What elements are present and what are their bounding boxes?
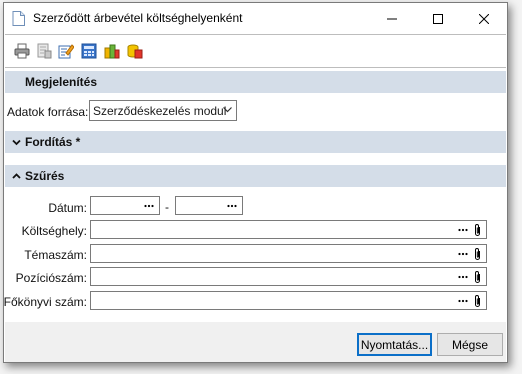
ellipsis-icon[interactable] [456, 224, 470, 236]
chevron-up-icon [12, 172, 21, 179]
print-button[interactable] [13, 42, 31, 60]
dialog-button-bar: Nyomtatás... Mégse [5, 322, 506, 362]
data-source-value: Szerződéskezelés modul [93, 103, 227, 118]
ledger-number-label: Főkönyvi szám: [3, 295, 87, 309]
stacked-chart-icon [104, 44, 120, 59]
cost-center-label: Költséghely: [21, 224, 87, 238]
paperclip-icon[interactable] [473, 223, 482, 237]
toolbar [5, 34, 506, 68]
section-display-header[interactable]: Megjelenítés [5, 71, 506, 93]
close-icon [479, 13, 489, 24]
section-filter-header[interactable]: Szűrés [5, 165, 506, 187]
app-document-icon [12, 11, 25, 26]
export-icon [127, 44, 143, 59]
calculator-button[interactable] [80, 42, 98, 60]
data-source-label: Adatok forrása: [7, 105, 89, 119]
edit-icon [58, 44, 74, 59]
print-icon [14, 43, 30, 59]
minimize-icon [387, 18, 397, 19]
ellipsis-icon[interactable] [456, 271, 470, 283]
print-preview-button[interactable] [35, 42, 53, 60]
close-button[interactable] [461, 3, 507, 34]
topic-number-field[interactable] [90, 244, 487, 263]
title-bar: Szerződött árbevétel költséghelyenként [4, 3, 507, 34]
cost-center-field[interactable] [90, 220, 487, 239]
cancel-button[interactable]: Mégse [437, 333, 503, 356]
date-separator: - [165, 200, 169, 214]
chevron-down-icon [12, 139, 21, 145]
data-source-select[interactable]: Szerződéskezelés modul [89, 100, 237, 121]
export-button[interactable] [126, 42, 144, 60]
date-from-field[interactable] [90, 196, 160, 215]
print-preview-icon [37, 43, 52, 59]
date-picker-icon[interactable] [142, 200, 156, 212]
section-translation-header[interactable]: Fordítás * [5, 131, 506, 153]
ellipsis-icon[interactable] [456, 295, 470, 307]
report-dialog-window: Szerződött árbevétel költséghelyenként M… [3, 2, 508, 363]
paperclip-icon[interactable] [473, 247, 482, 261]
paperclip-icon[interactable] [473, 294, 482, 308]
paperclip-icon[interactable] [473, 270, 482, 284]
ledger-number-field[interactable] [90, 291, 487, 310]
section-translation-title: Fordítás * [25, 135, 81, 149]
date-to-field[interactable] [175, 196, 243, 215]
date-label: Dátum: [48, 201, 87, 215]
maximize-button[interactable] [415, 3, 461, 34]
maximize-icon [433, 13, 443, 24]
position-number-field[interactable] [90, 267, 487, 286]
position-number-label: Pozíciószám: [15, 271, 87, 285]
date-picker-icon[interactable] [225, 200, 239, 212]
calculator-icon [81, 43, 97, 59]
stacked-chart-button[interactable] [103, 42, 121, 60]
section-display-title: Megjelenítés [25, 75, 98, 89]
chevron-down-icon [223, 107, 232, 113]
minimize-button[interactable] [369, 3, 415, 34]
topic-number-label: Témaszám: [24, 248, 87, 262]
ellipsis-icon[interactable] [456, 248, 470, 260]
window-title: Szerződött árbevétel költséghelyenként [33, 11, 243, 25]
edit-button[interactable] [57, 42, 75, 60]
section-filter-title: Szűrés [25, 169, 65, 183]
print-button[interactable]: Nyomtatás... [357, 333, 432, 356]
